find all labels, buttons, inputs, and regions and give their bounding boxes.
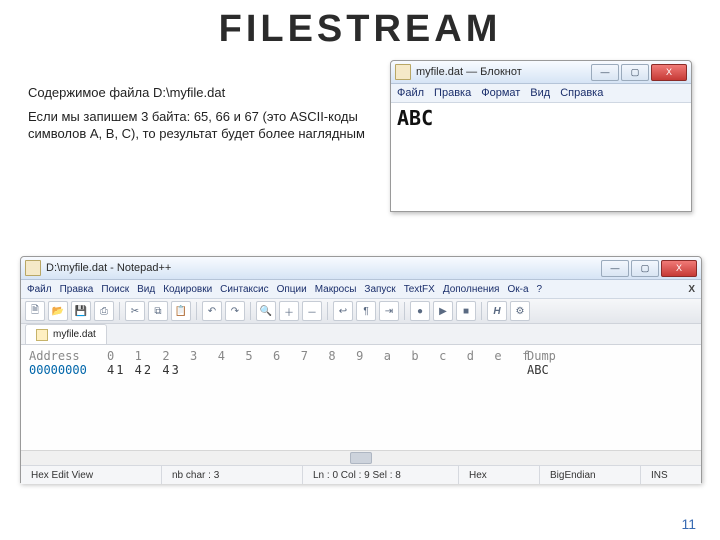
npp-titlebar[interactable]: D:\myfile.dat - Notepad++ — ▢ X — [21, 257, 701, 280]
notepad-titlebar[interactable]: myfile.dat — Блокнот — ▢ X — [391, 61, 691, 84]
page-number: 11 — [681, 516, 696, 532]
menu-view[interactable]: Вид — [137, 284, 155, 295]
record-macro-icon[interactable]: ● — [410, 301, 430, 321]
hex-header-address: Address — [29, 349, 107, 363]
hex-view-icon[interactable]: H — [487, 301, 507, 321]
menu-textfx[interactable]: TextFX — [404, 284, 435, 295]
menu-plugins[interactable]: Дополнения — [443, 284, 500, 295]
tab-label: myfile.dat — [53, 329, 96, 340]
toolbar-separator — [250, 302, 251, 320]
toolbar-separator — [481, 302, 482, 320]
undo-icon[interactable]: ↶ — [202, 301, 222, 321]
open-file-icon[interactable]: 📂 — [48, 301, 68, 321]
notepad-text-area[interactable]: ABC — [391, 103, 691, 133]
redo-icon[interactable]: ↷ — [225, 301, 245, 321]
copy-icon[interactable]: ⧉ — [148, 301, 168, 321]
settings-icon[interactable]: ⚙ — [510, 301, 530, 321]
indent-guide-icon[interactable]: ⇥ — [379, 301, 399, 321]
menu-options[interactable]: Опции — [277, 284, 307, 295]
status-position: Ln : 0 Col : 9 Sel : 8 — [303, 466, 459, 484]
hex-header-columns: 0 1 2 3 4 5 6 7 8 9 a b c d e f — [107, 349, 527, 363]
minimize-button[interactable]: — — [601, 260, 629, 277]
toolbar-separator — [327, 302, 328, 320]
description-line2: Если мы запишем 3 байта: 65, 66 и 67 (эт… — [28, 108, 368, 143]
notepad-menu: Файл Правка Формат Вид Справка — [391, 84, 691, 103]
toolbar-separator — [119, 302, 120, 320]
scrollbar-thumb[interactable] — [350, 452, 372, 464]
new-file-icon[interactable]: 🗎 — [25, 301, 45, 321]
maximize-button[interactable]: ▢ — [621, 64, 649, 81]
hex-editor-area[interactable]: Address 0 1 2 3 4 5 6 7 8 9 a b c d e f … — [21, 345, 701, 465]
hex-row-dump: ABC — [527, 363, 607, 377]
file-icon — [36, 329, 48, 341]
zoom-out-icon[interactable]: － — [302, 301, 322, 321]
cut-icon[interactable]: ✂ — [125, 301, 145, 321]
status-view: Hex Edit View — [21, 466, 162, 484]
description-line1: Содержимое файла D:\myfile.dat — [28, 84, 368, 102]
search-icon[interactable]: 🔍 — [256, 301, 276, 321]
menu-format[interactable]: Формат — [481, 87, 520, 99]
paste-icon[interactable]: 📋 — [171, 301, 191, 321]
close-button[interactable]: X — [651, 64, 687, 81]
notepadpp-window: D:\myfile.dat - Notepad++ — ▢ X Файл Пра… — [20, 256, 702, 483]
menu-view[interactable]: Вид — [530, 87, 550, 99]
menu-file[interactable]: Файл — [27, 284, 52, 295]
menu-edit[interactable]: Правка — [434, 87, 471, 99]
tab-myfile[interactable]: myfile.dat — [25, 324, 107, 344]
npp-toolbar: 🗎 📂 💾 ⎙ ✂ ⧉ 📋 ↶ ↷ 🔍 ＋ － ↩ ¶ ⇥ ● ▶ ■ H ⚙ — [21, 299, 701, 324]
hex-row-address: 00000000 — [29, 363, 107, 377]
save-all-icon[interactable]: ⎙ — [94, 301, 114, 321]
npp-statusbar: Hex Edit View nb char : 3 Ln : 0 Col : 9… — [21, 465, 701, 484]
hex-header-dump: Dump — [527, 349, 607, 363]
menu-syntax[interactable]: Синтаксис — [220, 284, 268, 295]
menu-encoding[interactable]: Кодировки — [163, 284, 212, 295]
npp-title: D:\myfile.dat - Notepad++ — [46, 262, 601, 274]
status-endian: BigEndian — [540, 466, 641, 484]
zoom-in-icon[interactable]: ＋ — [279, 301, 299, 321]
hex-row-bytes: 41 42 43 — [107, 363, 527, 377]
menu-macros[interactable]: Макросы — [315, 284, 357, 295]
toolbar-separator — [404, 302, 405, 320]
status-mode: Hex — [459, 466, 540, 484]
npp-app-icon — [25, 260, 41, 276]
maximize-button[interactable]: ▢ — [631, 260, 659, 277]
toolbar-separator — [196, 302, 197, 320]
menu-run[interactable]: Запуск — [364, 284, 395, 295]
menu-help[interactable]: ? — [537, 284, 543, 295]
close-button[interactable]: X — [661, 260, 697, 277]
status-ins: INS — [641, 466, 701, 484]
menu-edit[interactable]: Правка — [60, 284, 94, 295]
menu-search[interactable]: Поиск — [101, 284, 129, 295]
doc-close-icon[interactable]: X — [688, 284, 695, 295]
status-chars: nb char : 3 — [162, 466, 303, 484]
notepad-title: myfile.dat — Блокнот — [416, 66, 591, 78]
play-macro-icon[interactable]: ▶ — [433, 301, 453, 321]
menu-file[interactable]: Файл — [397, 87, 424, 99]
description-block: Содержимое файла D:\myfile.dat Если мы з… — [28, 78, 368, 149]
hex-data-row: 00000000 41 42 43 ABC — [29, 363, 693, 377]
menu-help[interactable]: Справка — [560, 87, 603, 99]
stop-macro-icon[interactable]: ■ — [456, 301, 476, 321]
minimize-button[interactable]: — — [591, 64, 619, 81]
slide-title: FILESTREAM — [0, 8, 720, 51]
menu-windows[interactable]: Ок-а — [507, 284, 528, 295]
notepad-file-icon — [395, 64, 411, 80]
npp-tabbar: myfile.dat — [21, 324, 701, 345]
save-icon[interactable]: 💾 — [71, 301, 91, 321]
horizontal-scrollbar[interactable] — [21, 450, 701, 465]
notepad-window: myfile.dat — Блокнот — ▢ X Файл Правка Ф… — [390, 60, 692, 212]
hex-header-row: Address 0 1 2 3 4 5 6 7 8 9 a b c d e f … — [29, 349, 693, 363]
npp-menu: Файл Правка Поиск Вид Кодировки Синтакси… — [21, 280, 701, 299]
show-symbols-icon[interactable]: ¶ — [356, 301, 376, 321]
wrap-icon[interactable]: ↩ — [333, 301, 353, 321]
